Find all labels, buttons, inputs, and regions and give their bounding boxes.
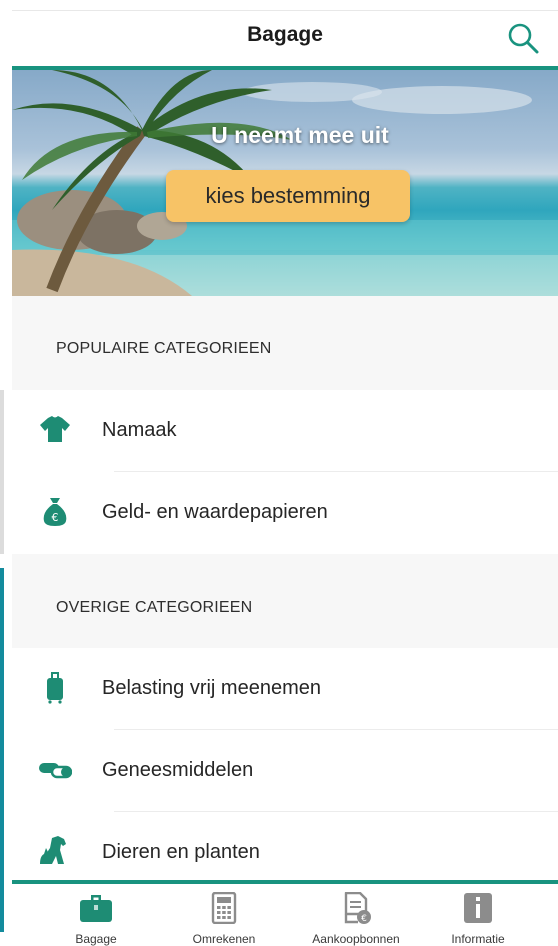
app-header: Bagage [12, 10, 558, 68]
info-icon [464, 893, 492, 923]
tab-bar: Bagage Omrekenen € Aankoopbonnen Informa… [12, 884, 558, 946]
search-icon [508, 23, 539, 54]
list-item-geneesmiddelen[interactable]: Geneesmiddelen [12, 730, 558, 812]
left-edge-line [0, 390, 4, 554]
tab-aankoopbonnen[interactable]: € Aankoopbonnen [296, 884, 416, 946]
section-title: OVERIGE CATEGORIEEN [56, 599, 253, 616]
list-item-label: Geneesmiddelen [102, 759, 254, 781]
pills-icon [39, 763, 72, 779]
dog-cat-icon [40, 836, 66, 864]
calculator-icon [211, 892, 237, 924]
tab-informatie[interactable]: Informatie [418, 884, 538, 946]
choose-destination-button[interactable]: kies bestemming [166, 170, 410, 222]
tab-label: Aankoopbonnen [312, 932, 400, 946]
page-title: Bagage [247, 23, 323, 46]
tab-label: Bagage [75, 932, 117, 946]
list-item-label: Belasting vrij meenemen [102, 677, 321, 699]
section-header-other: OVERIGE CATEGORIEEN [12, 554, 558, 648]
tab-label: Informatie [451, 932, 505, 946]
list-item-belasting[interactable]: Belasting vrij meenemen [12, 648, 558, 730]
list-item-namaak[interactable]: Namaak [12, 390, 558, 472]
search-button[interactable] [506, 21, 542, 57]
svg-text:€: € [361, 914, 367, 924]
section-header-popular: POPULAIRE CATEGORIEEN [12, 296, 558, 390]
shirt-icon [40, 416, 70, 442]
section-title: POPULAIRE CATEGORIEEN [56, 340, 272, 357]
hero-banner: U neemt mee uit kies bestemming [12, 70, 558, 296]
hero-title: U neemt mee uit [211, 122, 389, 148]
briefcase-icon [80, 895, 112, 922]
tab-omrekenen[interactable]: Omrekenen [164, 884, 284, 946]
money-bag-icon: € [43, 498, 67, 526]
svg-text:€: € [52, 511, 59, 524]
list-item-geld[interactable]: € Geld- en waardepapieren [12, 472, 558, 554]
list-item-label: Namaak [102, 419, 177, 441]
tab-label: Omrekenen [192, 932, 256, 946]
left-edge-teal-bar [0, 568, 4, 932]
list-item-label: Geld- en waardepapieren [102, 501, 328, 523]
list-item-label: Dieren en planten [102, 841, 260, 863]
tab-bagage[interactable]: Bagage [36, 884, 156, 946]
suitcase-icon [47, 672, 63, 704]
receipt-icon: € [344, 892, 371, 924]
